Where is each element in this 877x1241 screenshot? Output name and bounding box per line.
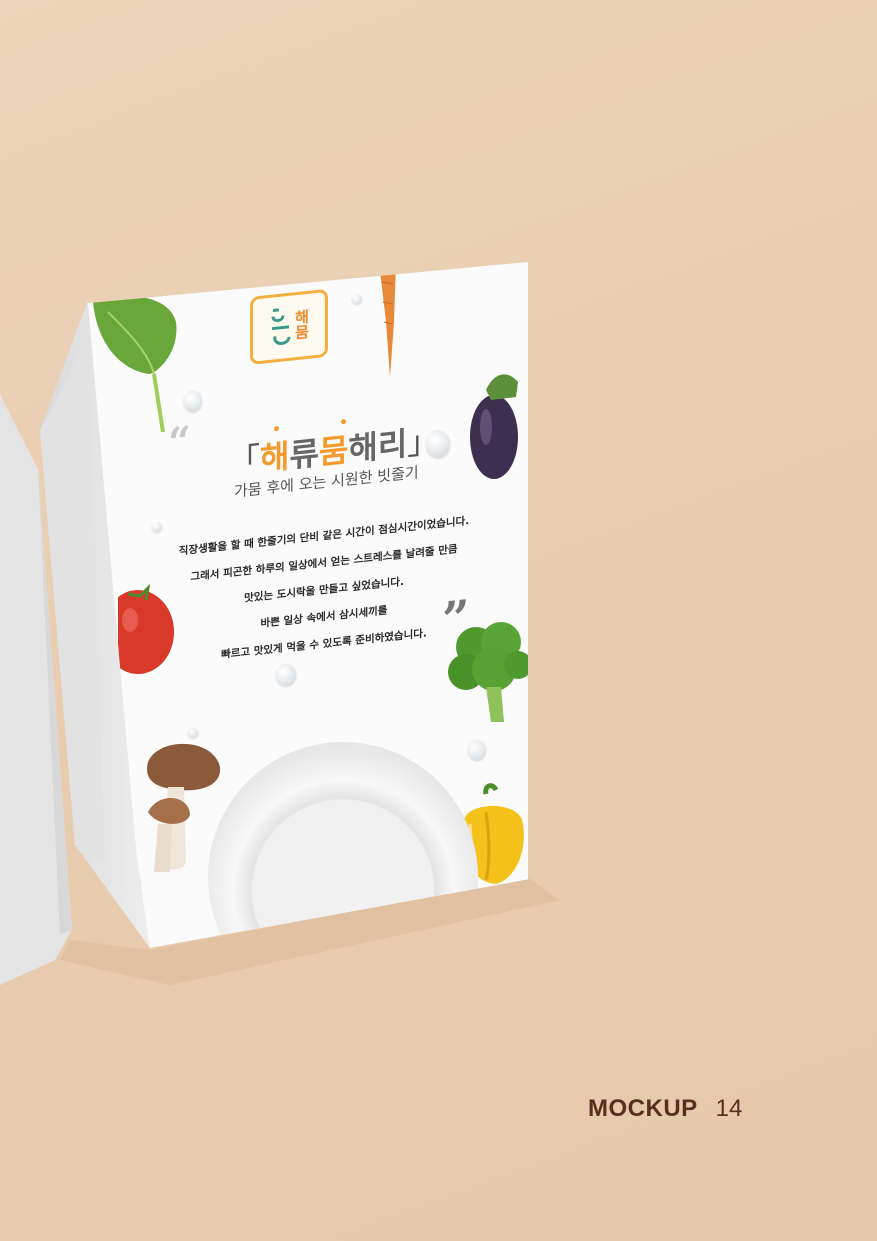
title-accent-dot	[274, 425, 279, 432]
page-footer-label: MOCKUP 14	[588, 1095, 742, 1123]
mockup-scene: 해 뭄 “ 「해류뭄해리」 가뭄 후에 오는 시원한 빗줄기 직장생활을 할 때…	[0, 0, 877, 1241]
card-content: 해 뭄 “ 「해류뭄해리」 가뭄 후에 오는 시원한 빗줄기 직장생활을 할 때…	[88, 262, 528, 948]
logo-mark-icon	[271, 308, 291, 345]
brand-logo: 해 뭄	[250, 288, 328, 365]
title-part-1: 해	[260, 436, 290, 478]
close-quote-mark: ”	[442, 589, 470, 649]
title-bracket-close: 」	[407, 421, 440, 463]
tent-card-front: 해 뭄 “ 「해류뭄해리」 가뭄 후에 오는 시원한 빗줄기 직장생활을 할 때…	[88, 262, 528, 948]
card-body-text: 직장생활을 할 때 한줄기의 단비 같은 시간이 점심시간이었습니다. 그래서 …	[174, 507, 474, 674]
title-part-4: 해리	[348, 424, 408, 469]
page-number: 14	[715, 1095, 743, 1122]
logo-text-bottom: 뭄	[295, 322, 309, 343]
open-quote-mark: “	[168, 417, 192, 467]
title-part-2: 류	[289, 433, 319, 475]
title-accent-dot	[341, 418, 346, 425]
title-bracket-open: 「	[228, 439, 261, 482]
mockup-label-text: MOCKUP	[588, 1095, 698, 1122]
title-part-3: 뭄	[318, 430, 349, 472]
